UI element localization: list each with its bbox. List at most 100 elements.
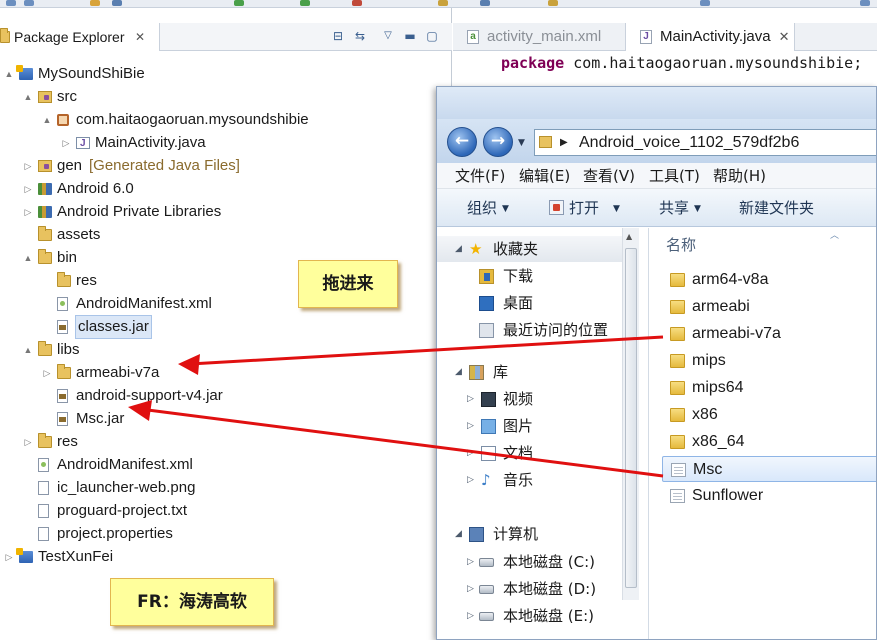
menu-view[interactable]: 查看(V) <box>583 163 635 189</box>
tree-project-mysoundshibie[interactable]: ▲ MySoundShiBie <box>0 63 450 85</box>
maximize-icon[interactable]: ▢ <box>424 28 440 44</box>
explorer-titlebar[interactable] <box>437 87 876 119</box>
toolbar-icon[interactable] <box>352 0 362 6</box>
toolbar-icon[interactable] <box>6 0 16 6</box>
minimize-icon[interactable]: ▬ <box>402 28 418 44</box>
recent-pages-dropdown-icon[interactable]: ▼ <box>518 138 525 148</box>
tree-package[interactable]: ▲ com.haitaogaoruan.mysoundshibie <box>0 109 450 131</box>
collapsed-arrow-icon[interactable]: ▷ <box>467 467 474 493</box>
expanded-arrow-icon[interactable]: ◢ <box>455 359 462 385</box>
tree-folder-libs[interactable]: ▲ libs <box>0 339 450 361</box>
toolbar-icon[interactable] <box>700 0 710 6</box>
tree-file-ic-launcher[interactable]: ic_launcher-web.png <box>0 477 450 499</box>
tree-folder-assets[interactable]: assets <box>0 224 450 246</box>
tree-project-testxunfei[interactable]: ▷ TestXunFei <box>0 546 450 568</box>
collapse-all-icon[interactable]: ⊟ <box>330 28 346 44</box>
toolbar-icon[interactable] <box>548 0 558 6</box>
tree-folder-res[interactable]: ▷ res <box>0 431 450 453</box>
folder-item[interactable]: x86_64 <box>662 429 876 455</box>
tree-folder-src[interactable]: ▲ src <box>0 86 450 108</box>
hard-disk-icon <box>479 558 494 567</box>
menu-edit[interactable]: 编辑(E) <box>519 163 570 189</box>
folder-item[interactable]: armeabi <box>662 294 876 320</box>
toolbar-icon[interactable] <box>24 0 34 6</box>
link-with-editor-icon[interactable]: ⇆ <box>352 28 368 44</box>
breadcrumb-separator-icon[interactable]: ▶ <box>560 130 568 155</box>
file-item[interactable]: Msc <box>662 456 876 482</box>
tree-folder-armeabi-v7a[interactable]: ▷ armeabi-v7a <box>0 362 450 384</box>
tree-file-project-properties[interactable]: project.properties <box>0 523 450 545</box>
toolbar-icon[interactable] <box>234 0 244 6</box>
collapsed-arrow-icon[interactable]: ▷ <box>467 386 474 412</box>
forward-button[interactable]: → <box>483 127 513 157</box>
back-button[interactable]: ← <box>447 127 477 157</box>
close-icon[interactable]: ✕ <box>779 29 790 44</box>
navigation-pane-scrollbar[interactable]: ▲ <box>622 228 639 600</box>
tab-activity-main-xml[interactable]: a activity_main.xml <box>453 23 623 51</box>
tree-file-support-v4[interactable]: android-support-v4.jar <box>0 385 450 407</box>
expanded-arrow-icon[interactable]: ▲ <box>4 63 14 85</box>
file-item[interactable]: Sunflower <box>662 483 876 509</box>
menu-tools[interactable]: 工具(T) <box>649 163 700 189</box>
menu-help[interactable]: 帮助(H) <box>713 163 766 189</box>
expanded-arrow-icon[interactable]: ◢ <box>455 236 462 262</box>
code-line[interactable]: package com.haitaogaoruan.mysoundshibie; <box>501 54 862 72</box>
folder-item[interactable]: armeabi-v7a <box>662 321 876 347</box>
package-explorer-tab[interactable]: Package Explorer ✕ <box>0 23 160 51</box>
toolbar-icon[interactable] <box>90 0 100 6</box>
folder-icon <box>38 341 52 356</box>
breadcrumb-android-voice[interactable]: Android_voice_1102_579df2b6 <box>579 130 799 155</box>
scroll-up-icon[interactable]: ▲ <box>626 232 632 241</box>
tree-file-proguard[interactable]: proguard-project.txt <box>0 500 450 522</box>
toolbar-icon[interactable] <box>438 0 448 6</box>
collapsed-arrow-icon[interactable]: ▷ <box>23 431 33 453</box>
drag-in-callout: 拖进来 <box>298 260 398 308</box>
tree-file-classes-jar[interactable]: classes.jar <box>0 315 450 339</box>
collapsed-arrow-icon[interactable]: ▷ <box>467 576 474 602</box>
expanded-arrow-icon[interactable]: ▲ <box>23 247 33 269</box>
collapsed-arrow-icon[interactable]: ▷ <box>467 440 474 466</box>
folder-item[interactable]: arm64-v8a <box>662 267 876 293</box>
nav-label: 本地磁盘 (D:) <box>503 580 597 598</box>
menu-file[interactable]: 文件(F) <box>455 163 505 189</box>
toolbar-icon[interactable] <box>300 0 310 6</box>
toolbar-icon[interactable] <box>112 0 122 6</box>
collapsed-arrow-icon[interactable]: ▷ <box>467 413 474 439</box>
folder-item[interactable]: x86 <box>662 402 876 428</box>
collapsed-arrow-icon[interactable]: ▷ <box>467 603 474 629</box>
tree-file-mainactivity[interactable]: ▷ MainActivity.java <box>0 132 450 155</box>
collapsed-arrow-icon[interactable]: ▷ <box>4 546 14 568</box>
open-button[interactable]: 打开 ▼ <box>549 189 620 228</box>
expanded-arrow-icon[interactable]: ▲ <box>42 109 52 131</box>
toolbar-icon[interactable] <box>480 0 490 6</box>
scrollbar-thumb[interactable] <box>625 248 637 588</box>
tree-item-label: Android 6.0 <box>57 180 134 197</box>
column-header-name[interactable]: 名称 <box>666 234 696 255</box>
nav-label: 下载 <box>503 267 534 285</box>
new-folder-button[interactable]: 新建文件夹 <box>739 189 814 227</box>
toolbar-icon[interactable] <box>860 0 870 6</box>
tree-lib-private[interactable]: ▷ Android Private Libraries <box>0 201 450 223</box>
collapsed-arrow-icon[interactable]: ▷ <box>467 549 474 575</box>
folder-item[interactable]: mips <box>662 348 876 374</box>
organize-button[interactable]: 组织 ▼ <box>467 189 509 228</box>
close-icon[interactable]: ✕ <box>135 23 145 51</box>
collapsed-arrow-icon[interactable]: ▷ <box>42 362 52 384</box>
collapsed-arrow-icon[interactable]: ▷ <box>61 132 71 154</box>
expanded-arrow-icon[interactable]: ◢ <box>455 521 462 547</box>
collapsed-arrow-icon[interactable]: ▷ <box>23 201 33 223</box>
tree-folder-gen[interactable]: ▷ gen [Generated Java Files] <box>0 155 450 177</box>
collapsed-arrow-icon[interactable]: ▷ <box>23 178 33 200</box>
collapsed-arrow-icon[interactable]: ▷ <box>23 155 33 177</box>
tree-file-msc-jar[interactable]: Msc.jar <box>0 408 450 430</box>
folder-item[interactable]: mips64 <box>662 375 876 401</box>
address-bar[interactable]: ▶ Android_voice_1102_579df2b6 ▶ libs <box>534 129 876 156</box>
expanded-arrow-icon[interactable]: ▲ <box>23 339 33 361</box>
share-button[interactable]: 共享 ▼ <box>659 189 701 228</box>
tree-lib-android6[interactable]: ▷ Android 6.0 <box>0 178 450 200</box>
nav-favorites[interactable]: ◢ ★ 收藏夹 <box>437 236 622 262</box>
expanded-arrow-icon[interactable]: ▲ <box>23 86 33 108</box>
view-menu-icon[interactable]: ▽ <box>380 28 396 44</box>
tree-file-manifest[interactable]: AndroidManifest.xml <box>0 454 450 476</box>
tab-mainactivity-java[interactable]: J MainActivity.java ✕ <box>625 23 795 51</box>
